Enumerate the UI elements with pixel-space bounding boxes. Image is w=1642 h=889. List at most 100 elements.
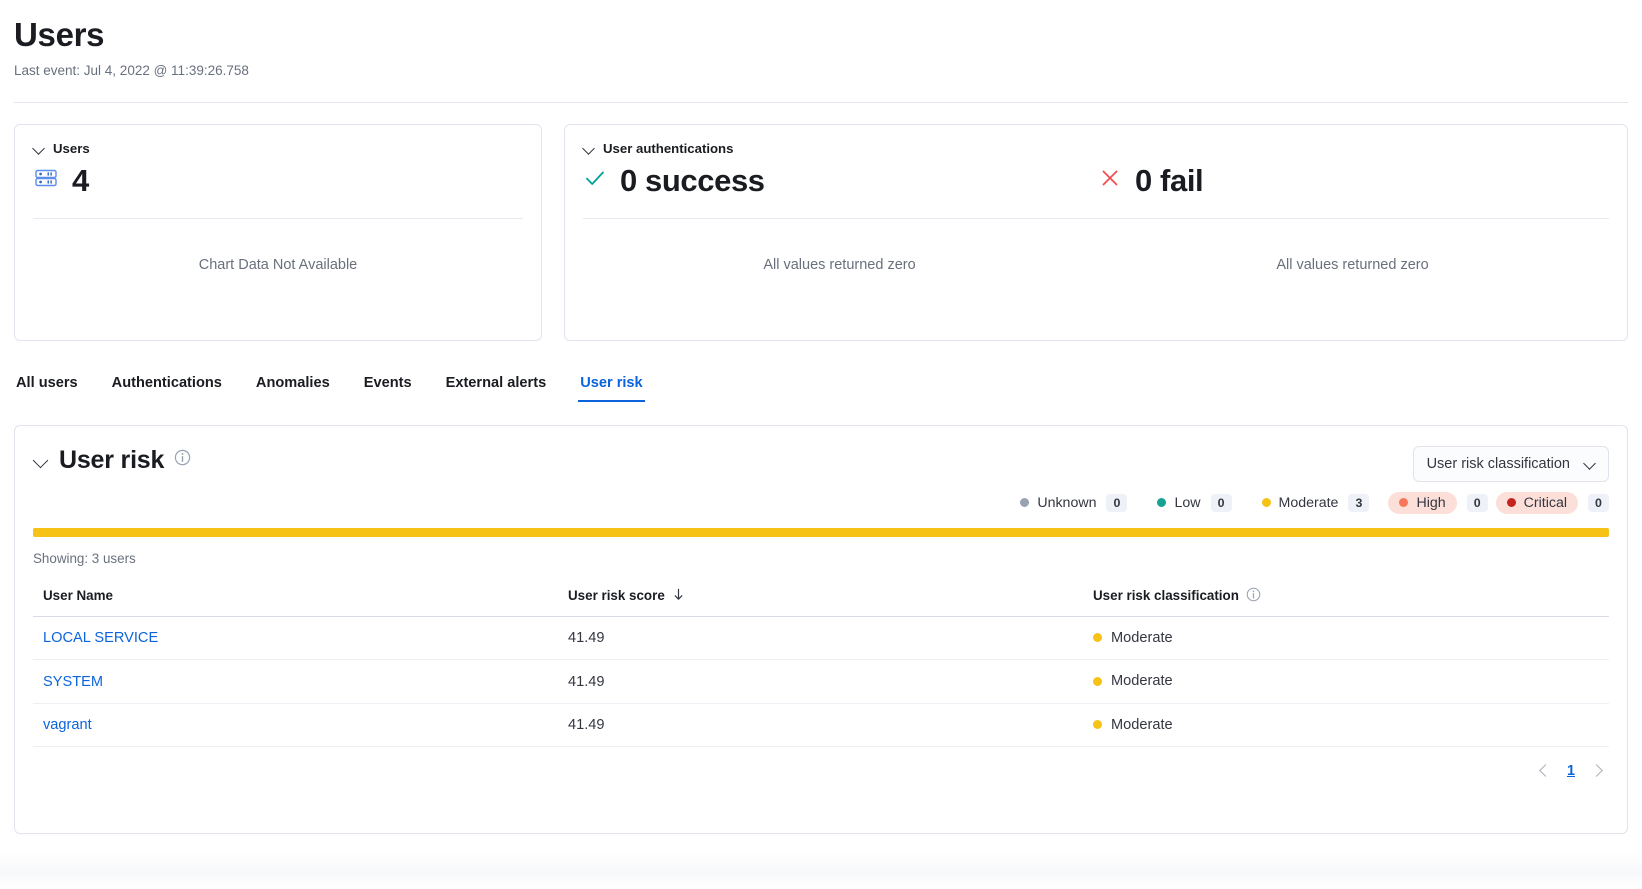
legend-dot-unknown [1020,498,1029,507]
user-authentications-card: User authentications 0 success [564,124,1628,341]
risk-distribution-bar [33,528,1609,537]
classification-dot [1093,633,1102,642]
tab-all-users[interactable]: All users [14,367,80,402]
page-bottom-strip [0,853,1642,889]
cell-user-name: LOCAL SERVICE [33,616,558,660]
legend-dot-critical [1507,498,1516,507]
tab-anomalies[interactable]: Anomalies [254,367,332,402]
column-header-user-risk-classification[interactable]: User risk classification [1083,580,1609,617]
summary-cards-row: Users [0,103,1642,341]
users-summary-card: Users [14,124,542,341]
classification-badge: Moderate [1093,717,1173,733]
pagination-page-1[interactable]: 1 [1567,763,1575,779]
chevron-down-icon[interactable] [33,142,46,155]
tab-authentications[interactable]: Authentications [110,367,224,402]
chevron-down-icon[interactable] [1584,457,1597,470]
user-risk-panel: User risk User risk classification Unkno… [14,425,1628,834]
legend-label-critical: Critical [1524,495,1567,511]
user-link[interactable]: LOCAL SERVICE [43,630,158,646]
legend-label-moderate: Moderate [1279,495,1339,511]
legend-label-unknown: Unknown [1037,495,1096,511]
user-risk-classification-select[interactable]: User risk classification [1413,446,1609,482]
legend-dot-low [1157,498,1166,507]
users-count-value: 4 [72,165,89,196]
classification-label: Moderate [1111,630,1173,646]
column-header-user-risk-score[interactable]: User risk score [558,580,1083,617]
classification-label: Moderate [1111,673,1173,689]
legend-count-low: 0 [1211,494,1232,512]
user-link[interactable]: SYSTEM [43,674,103,690]
page-title: Users [14,16,1628,54]
users-card-label: Users [53,141,90,156]
auth-success-block: 0 success [583,165,1098,196]
cell-user-risk-classification: Moderate [1083,703,1609,747]
sort-desc-arrow-icon[interactable] [672,588,685,604]
legend-item-high[interactable]: High [1388,492,1456,514]
tab-user-risk[interactable]: User risk [578,367,644,402]
legend-count-moderate: 3 [1348,494,1369,512]
check-icon [583,166,607,195]
auth-fail-block: 0 fail [1098,165,1203,196]
legend-count-critical: 0 [1588,494,1609,512]
legend-dot-high [1399,498,1408,507]
users-card-header[interactable]: Users [33,141,523,156]
authentications-charts-row: All values returned zero All values retu… [583,219,1609,311]
user-risk-title-group[interactable]: User risk [33,446,191,475]
legend-item-low[interactable]: Low 0 [1146,491,1242,515]
cell-user-risk-score: 41.49 [558,616,1083,660]
authentications-card-label: User authentications [603,141,733,156]
column-header-user-name[interactable]: User Name [33,580,558,617]
classification-label: Moderate [1111,717,1173,733]
chevron-left-icon[interactable] [1539,765,1551,777]
column-label-user-name: User Name [43,588,113,603]
last-event-timestamp: Last event: Jul 4, 2022 @ 11:39:26.758 [14,63,1628,78]
legend-item-critical[interactable]: Critical [1496,492,1578,514]
risk-bar-fill-moderate [33,528,1609,537]
select-value: User risk classification [1427,456,1570,472]
auth-fail-chart-empty-message: All values returned zero [1096,257,1609,273]
cell-user-risk-score: 41.49 [558,703,1083,747]
tab-events[interactable]: Events [362,367,414,402]
authentications-stat-row: 0 success 0 fail [583,165,1609,196]
column-header-user-name-inner: User Name [43,588,113,603]
legend-label-high: High [1416,495,1445,511]
user-page-tabs: All users Authentications Anomalies Even… [0,367,1642,403]
column-label-user-risk-score: User risk score [568,588,665,603]
legend-item-moderate[interactable]: Moderate 3 [1251,491,1381,515]
column-label-user-risk-classification: User risk classification [1093,588,1239,603]
info-circle-icon[interactable] [1246,587,1261,605]
info-circle-icon[interactable] [174,449,191,471]
page-header: Users Last event: Jul 4, 2022 @ 11:39:26… [0,0,1642,78]
auth-fail-value: 0 fail [1135,165,1203,196]
chevron-right-icon[interactable] [1591,765,1603,777]
users-chart-empty-message: Chart Data Not Available [33,219,523,311]
table-header-row: User Name User risk score [33,580,1609,617]
cell-user-risk-score: 41.49 [558,660,1083,704]
chevron-down-icon[interactable] [33,452,49,468]
user-link[interactable]: vagrant [43,717,92,733]
tab-external-alerts[interactable]: External alerts [444,367,549,402]
classification-dot [1093,720,1102,729]
legend-dot-moderate [1262,498,1271,507]
chevron-down-icon[interactable] [583,142,596,155]
user-risk-header-row: User risk User risk classification [33,446,1609,482]
auth-success-value: 0 success [620,165,765,196]
column-header-classification-inner: User risk classification [1093,587,1261,605]
table-row: vagrant 41.49 Moderate [33,703,1609,747]
legend-label-low: Low [1174,495,1200,511]
authentications-card-header[interactable]: User authentications [583,141,1609,156]
user-risk-table: User Name User risk score [33,580,1609,748]
users-page: Users Last event: Jul 4, 2022 @ 11:39:26… [0,0,1642,889]
legend-item-unknown[interactable]: Unknown 0 [1009,491,1138,515]
classification-badge: Moderate [1093,630,1173,646]
legend-count-high: 0 [1467,494,1488,512]
table-row: SYSTEM 41.49 Moderate [33,660,1609,704]
column-header-score-inner: User risk score [568,588,685,604]
table-header: User Name User risk score [33,580,1609,617]
users-storage-icon [33,165,59,196]
users-stat-row: 4 [33,165,523,196]
showing-count-label: Showing: 3 users [33,551,1609,566]
cell-user-risk-classification: Moderate [1083,660,1609,704]
table-row: LOCAL SERVICE 41.49 Moderate [33,616,1609,660]
table-pagination: 1 [33,763,1609,779]
